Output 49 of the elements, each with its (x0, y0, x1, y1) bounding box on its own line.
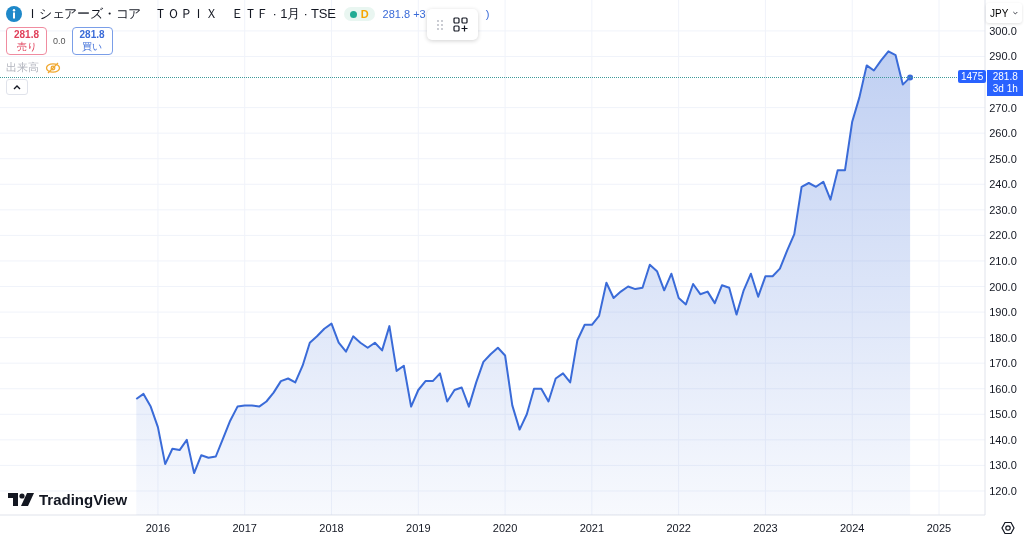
price-axis-label: 240.0 (989, 178, 1017, 191)
price-axis-label: 270.0 (989, 101, 1017, 114)
time-axis-label: 2025 (926, 522, 952, 534)
time-axis-label: 2020 (492, 522, 518, 534)
time-axis-label: 2018 (319, 522, 344, 534)
sell-button[interactable]: 281.8 売り (6, 27, 48, 55)
price-change-text: ) (485, 8, 490, 20)
logo-icon (8, 493, 34, 506)
time-axis-label: 2022 (666, 522, 691, 534)
price-axis-label: 120.0 (989, 485, 1017, 497)
volume-label: 出来高 (6, 60, 39, 75)
drag-handle-icon[interactable] (437, 18, 443, 31)
price-axis-label: 290.0 (989, 50, 1017, 63)
time-axis-label: 2019 (406, 522, 431, 534)
settings-icon[interactable] (1001, 521, 1015, 535)
time-axis-label: 2017 (232, 522, 257, 534)
price-change-text: 281.8 +3 (382, 8, 426, 20)
caret-icon (1013, 11, 1018, 15)
price-axis-label: 200.0 (989, 280, 1017, 293)
time-axis-label: 2023 (753, 522, 778, 534)
price-axis-label: 230.0 (989, 203, 1017, 216)
last-price-label: 281.8 3d 1h (987, 70, 1024, 97)
buy-button[interactable]: 281.8 買い (71, 27, 113, 55)
price-axis-label: 150.0 (989, 408, 1017, 421)
spread-value: 0.0 (53, 36, 66, 46)
price-axis-label: 190.0 (989, 306, 1017, 319)
eye-off-icon[interactable] (45, 61, 61, 74)
price-axis-label: 300.0 (989, 24, 1017, 37)
tradingview-logo[interactable]: TradingView (8, 491, 128, 508)
price-axis-label: 180.0 (989, 331, 1017, 344)
info-icon[interactable] (6, 6, 22, 22)
price-axis-label: 260.0 (989, 127, 1017, 140)
time-axis-label: 2024 (840, 522, 865, 534)
time-axis-label: 2016 (145, 522, 171, 534)
bar-count-label: 1475 (958, 70, 987, 84)
price-axis-label: 170.0 (989, 357, 1017, 370)
collapse-button[interactable] (6, 79, 28, 95)
time-axis-label: 2021 (579, 522, 605, 534)
currency-dropdown[interactable]: JPY (986, 3, 1022, 23)
price-axis-label: 220.0 (989, 229, 1017, 242)
price-axis-label: 210.0 (989, 254, 1017, 267)
add-widget-icon[interactable] (453, 17, 468, 32)
price-axis-label: 140.0 (989, 433, 1017, 446)
last-point-marker (907, 74, 914, 81)
symbol-title[interactable]: Ｉシェアーズ・コア ＴＯＰＩＸ ＥＴＦ · 1月 · TSE (26, 5, 336, 23)
chevron-up-icon (13, 84, 21, 90)
price-axis-label: 160.0 (989, 382, 1017, 395)
price-axis-label: 250.0 (989, 152, 1017, 165)
price-axis-label: 130.0 (989, 459, 1017, 472)
